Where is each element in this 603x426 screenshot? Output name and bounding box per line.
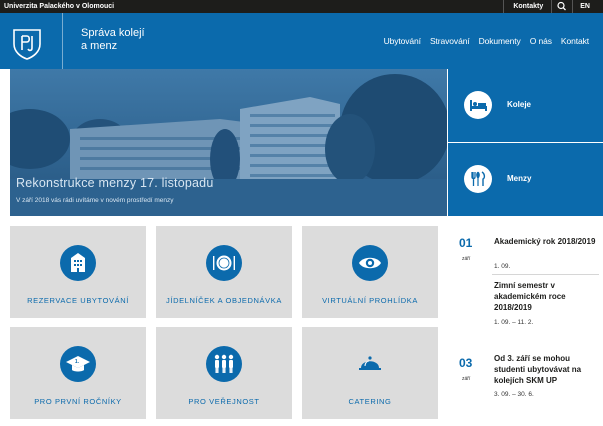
tile-jidelnicek[interactable]: JÍDELNÍČEK A OBJEDNÁVKA <box>156 226 292 318</box>
site-title-line2: a menz <box>81 40 118 52</box>
news-title[interactable]: Od 3. září se mohou studenti ubytovávat … <box>494 353 602 386</box>
bed-icon <box>464 91 492 119</box>
tile-label: REZERVACE UBYTOVÁNÍ <box>27 296 129 305</box>
tile-prvni-rocniky[interactable]: 1. PRO PRVNÍ ROČNÍKY <box>10 327 146 419</box>
building-icon <box>60 245 96 281</box>
main-nav: Ubytování Stravování Dokumenty O nás Kon… <box>375 13 603 69</box>
tile-label: PRO PRVNÍ ROČNÍKY <box>34 397 122 406</box>
svg-text:1.: 1. <box>75 359 80 365</box>
hero-title: Rekonstrukce menzy 17. listopadu <box>16 176 214 190</box>
news-month: září <box>462 376 471 382</box>
tile-rezervace[interactable]: REZERVACE UBYTOVÁNÍ <box>10 226 146 318</box>
tile-label: CATERING <box>348 397 392 406</box>
news-title[interactable]: Zimní semestr v akademickém roce 2018/20… <box>494 280 602 313</box>
nav-kontakt[interactable]: Kontakt <box>561 36 589 46</box>
tile-label: JÍDELNÍČEK A OBJEDNÁVKA <box>166 296 282 305</box>
header-divider <box>62 13 63 69</box>
side-tile-label: Koleje <box>507 100 532 109</box>
search-icon[interactable] <box>552 0 572 13</box>
news-month: září <box>462 256 471 262</box>
side-tile-koleje[interactable]: Koleje <box>448 69 603 142</box>
cloche-icon <box>352 346 388 382</box>
site-title-line1: Správa kolejí <box>81 27 145 39</box>
eye-icon <box>352 245 388 281</box>
news-block: 01 září Akademický rok 2018/2019 1. 09. … <box>448 226 603 338</box>
people-icon <box>206 346 242 382</box>
nav-ubytovani[interactable]: Ubytování <box>384 36 421 46</box>
tile-label: PRO VEŘEJNOST <box>188 397 260 406</box>
news-day: 03 <box>459 356 473 370</box>
news-date: 1. 09. <box>494 263 511 270</box>
site-title[interactable]: Správa kolejí a menz <box>81 27 145 53</box>
nav-stravovani[interactable]: Stravování <box>430 36 470 46</box>
news-block: 03 září Od 3. září se mohou studenti uby… <box>448 345 603 426</box>
side-tile-menzy[interactable]: Menzy <box>448 143 603 216</box>
side-tile-label: Menzy <box>507 174 532 183</box>
hero-banner[interactable]: Rekonstrukce menzy 17. listopadu V září … <box>10 69 447 216</box>
news-day: 01 <box>459 236 473 250</box>
tile-prohlidka[interactable]: VIRTUÁLNÍ PROHLÍDKA <box>302 226 438 318</box>
news-date: 1. 09. – 11. 2. <box>494 319 534 326</box>
news-date: 3. 09. – 30. 6. <box>494 391 534 398</box>
tile-label: VIRTUÁLNÍ PROHLÍDKA <box>322 296 418 305</box>
plate-icon <box>206 245 242 281</box>
hero-subtitle: V září 2018 vás rádi uvítáme v novém pro… <box>16 197 174 204</box>
graduation-icon: 1. <box>60 346 96 382</box>
divider <box>492 274 599 275</box>
news-title[interactable]: Akademický rok 2018/2019 <box>494 236 602 247</box>
header: Správa kolejí a menz Ubytování Stravován… <box>0 13 603 69</box>
tile-catering[interactable]: CATERING <box>302 327 438 419</box>
nav-dokumenty[interactable]: Dokumenty <box>479 36 521 46</box>
language-switch[interactable]: EN <box>573 0 603 13</box>
university-link[interactable]: Univerzita Palackého v Olomouci <box>4 1 114 12</box>
tile-verejnost[interactable]: PRO VEŘEJNOST <box>156 327 292 419</box>
cutlery-icon <box>464 165 492 193</box>
top-bar: Univerzita Palackého v Olomouci Kontakty… <box>0 0 603 13</box>
hero-image <box>10 69 447 216</box>
contacts-link[interactable]: Kontakty <box>504 0 551 13</box>
upol-logo[interactable] <box>9 28 45 60</box>
top-bar-right: Kontakty EN <box>503 0 603 13</box>
nav-o-nas[interactable]: O nás <box>530 36 552 46</box>
